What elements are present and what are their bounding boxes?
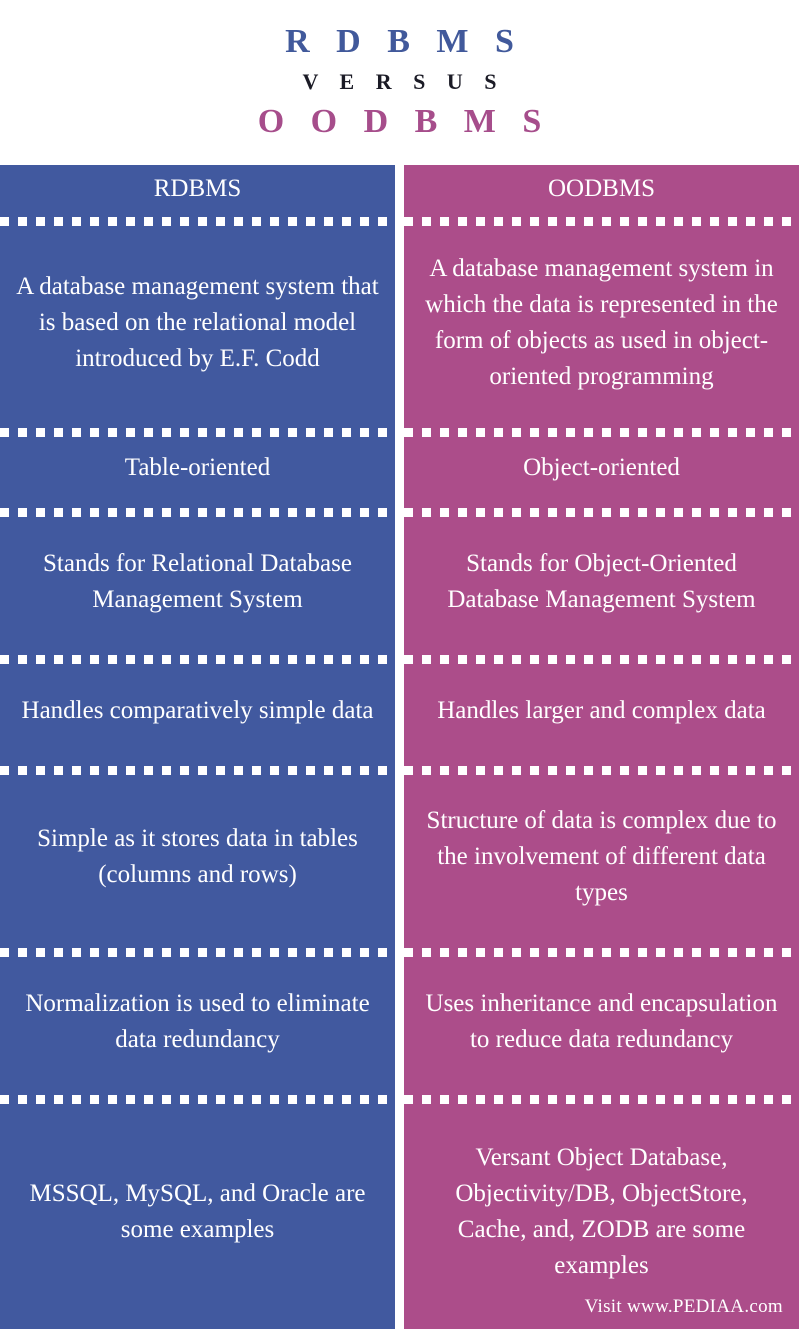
- table-row: Simple as it stores data in tables (colu…: [0, 766, 395, 948]
- column-header-rdbms-label: RDBMS: [153, 175, 242, 202]
- cell-oodbms-structure: Structure of data is complex due to the …: [426, 807, 777, 906]
- cell-rdbms-acronym: Stands for Relational Database Managemen…: [43, 549, 352, 613]
- cell-rdbms-examples: MSSQL, MySQL, and Oracle are some exampl…: [29, 1180, 366, 1243]
- table-row: Handles larger and complex data: [404, 655, 799, 766]
- cell-oodbms-data-handling: Handles larger and complex data: [437, 696, 766, 724]
- column-oodbms: OODBMS A database management system in w…: [404, 165, 799, 1329]
- cell-oodbms-redundancy: Uses inheritance and encapsulation to re…: [425, 989, 778, 1053]
- table-row: Stands for Object-Oriented Database Mana…: [404, 508, 799, 655]
- cell-rdbms-definition: A database management system that is bas…: [16, 272, 379, 372]
- table-row: Normalization is used to eliminate data …: [0, 948, 395, 1095]
- table-row: Structure of data is complex due to the …: [404, 766, 799, 948]
- column-divider: [395, 165, 404, 1329]
- cell-oodbms-acronym: Stands for Object-Oriented Database Mana…: [447, 549, 756, 613]
- cell-oodbms-orientation: Object-oriented: [523, 454, 680, 481]
- cell-rdbms-redundancy: Normalization is used to eliminate data …: [25, 989, 370, 1053]
- table-row: Object-oriented: [404, 428, 799, 508]
- cell-oodbms-definition: A database management system in which th…: [425, 254, 778, 390]
- cell-oodbms-examples: Versant Object Database, Objectivity/DB,…: [455, 1144, 748, 1279]
- title-block: R D B M S V E R S U S O O D B M S: [0, 0, 799, 144]
- column-header-rdbms: RDBMS: [0, 165, 395, 217]
- column-header-oodbms-label: OODBMS: [548, 175, 655, 202]
- page-title-left-term: R D B M S: [285, 23, 523, 60]
- table-row: Stands for Relational Database Managemen…: [0, 508, 395, 655]
- table-row: A database management system in which th…: [404, 217, 799, 428]
- column-rdbms: RDBMS A database management system that …: [0, 165, 395, 1329]
- cell-rdbms-orientation: Table-oriented: [124, 454, 271, 481]
- table-row: MSSQL, MySQL, and Oracle are some exampl…: [0, 1095, 395, 1329]
- table-row: Handles comparatively simple data: [0, 655, 395, 766]
- comparison-table: RDBMS A database management system that …: [0, 165, 799, 1329]
- site-credit: Visit www.PEDIAA.com: [584, 1296, 783, 1317]
- page-title-right-term: O O D B M S: [257, 103, 551, 140]
- table-row: A database management system that is bas…: [0, 217, 395, 428]
- cell-rdbms-structure: Simple as it stores data in tables (colu…: [37, 825, 358, 888]
- infographic-page: R D B M S V E R S U S O O D B M S RDBMS …: [0, 0, 799, 1329]
- table-row: Table-oriented: [0, 428, 395, 508]
- table-row: Versant Object Database, Objectivity/DB,…: [404, 1095, 799, 1329]
- column-header-oodbms: OODBMS: [404, 165, 799, 217]
- table-row: Uses inheritance and encapsulation to re…: [404, 948, 799, 1095]
- page-title-connector: V E R S U S: [302, 69, 505, 94]
- cell-rdbms-data-handling: Handles comparatively simple data: [21, 696, 374, 724]
